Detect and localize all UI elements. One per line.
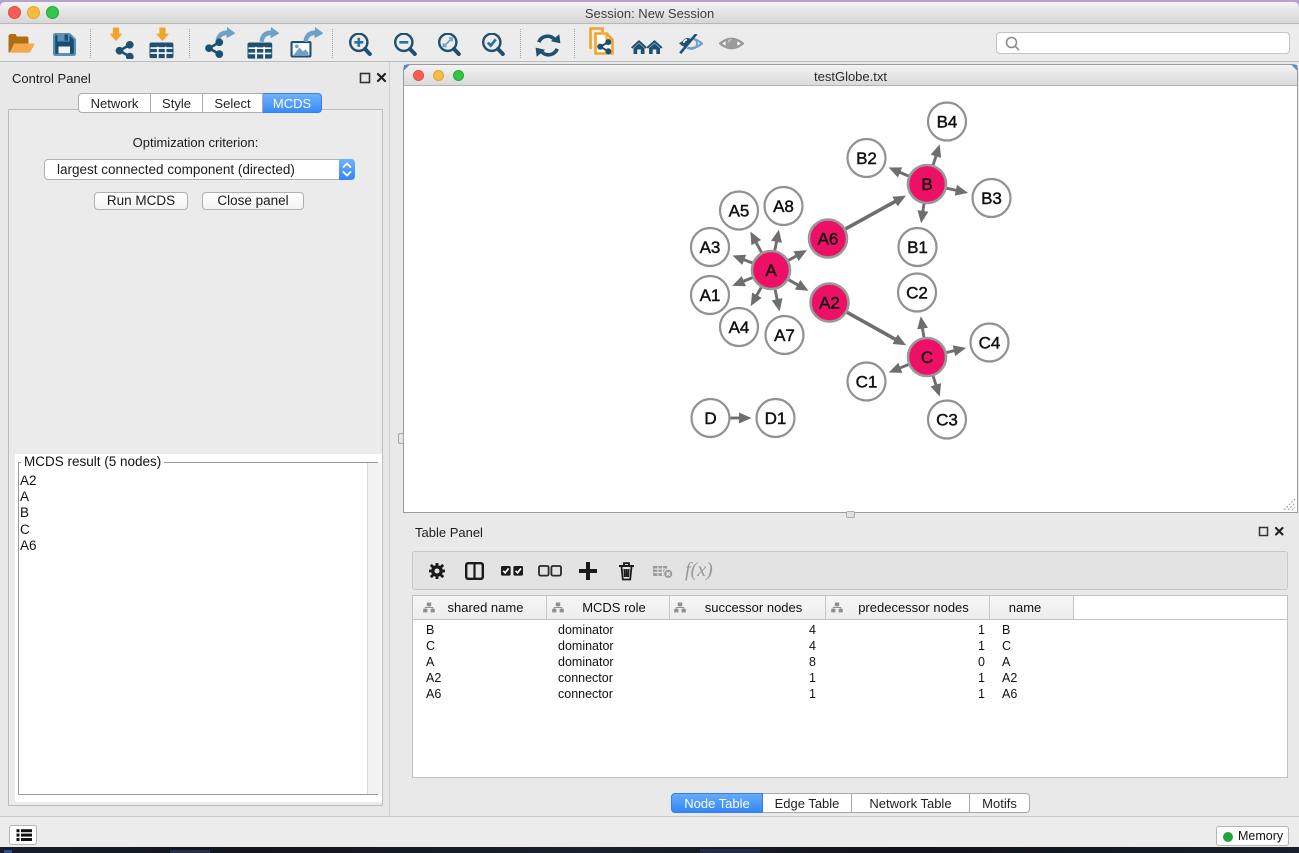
svg-text:A8: A8	[773, 197, 794, 216]
svg-text:B3: B3	[981, 189, 1002, 208]
svg-text:B1: B1	[907, 238, 928, 257]
svg-text:A6: A6	[818, 230, 839, 249]
svg-text:f(x): f(x)	[685, 560, 713, 581]
svg-text:A7: A7	[774, 326, 795, 345]
svg-text:B2: B2	[856, 149, 877, 168]
svg-text:C3: C3	[936, 411, 958, 430]
svg-text:B4: B4	[937, 113, 958, 132]
svg-text:D: D	[704, 409, 716, 428]
svg-text:A5: A5	[729, 202, 750, 221]
svg-text:A2: A2	[819, 294, 840, 313]
svg-text:C4: C4	[979, 334, 1001, 353]
svg-text:D1: D1	[765, 409, 787, 428]
svg-text:A: A	[765, 261, 777, 280]
svg-text:C1: C1	[856, 373, 878, 392]
svg-text:C: C	[921, 348, 933, 367]
svg-text:C2: C2	[906, 284, 928, 303]
svg-text:A3: A3	[700, 238, 721, 257]
svg-text:A1: A1	[700, 286, 721, 305]
svg-text:B: B	[921, 175, 932, 194]
svg-text:A4: A4	[729, 318, 750, 337]
